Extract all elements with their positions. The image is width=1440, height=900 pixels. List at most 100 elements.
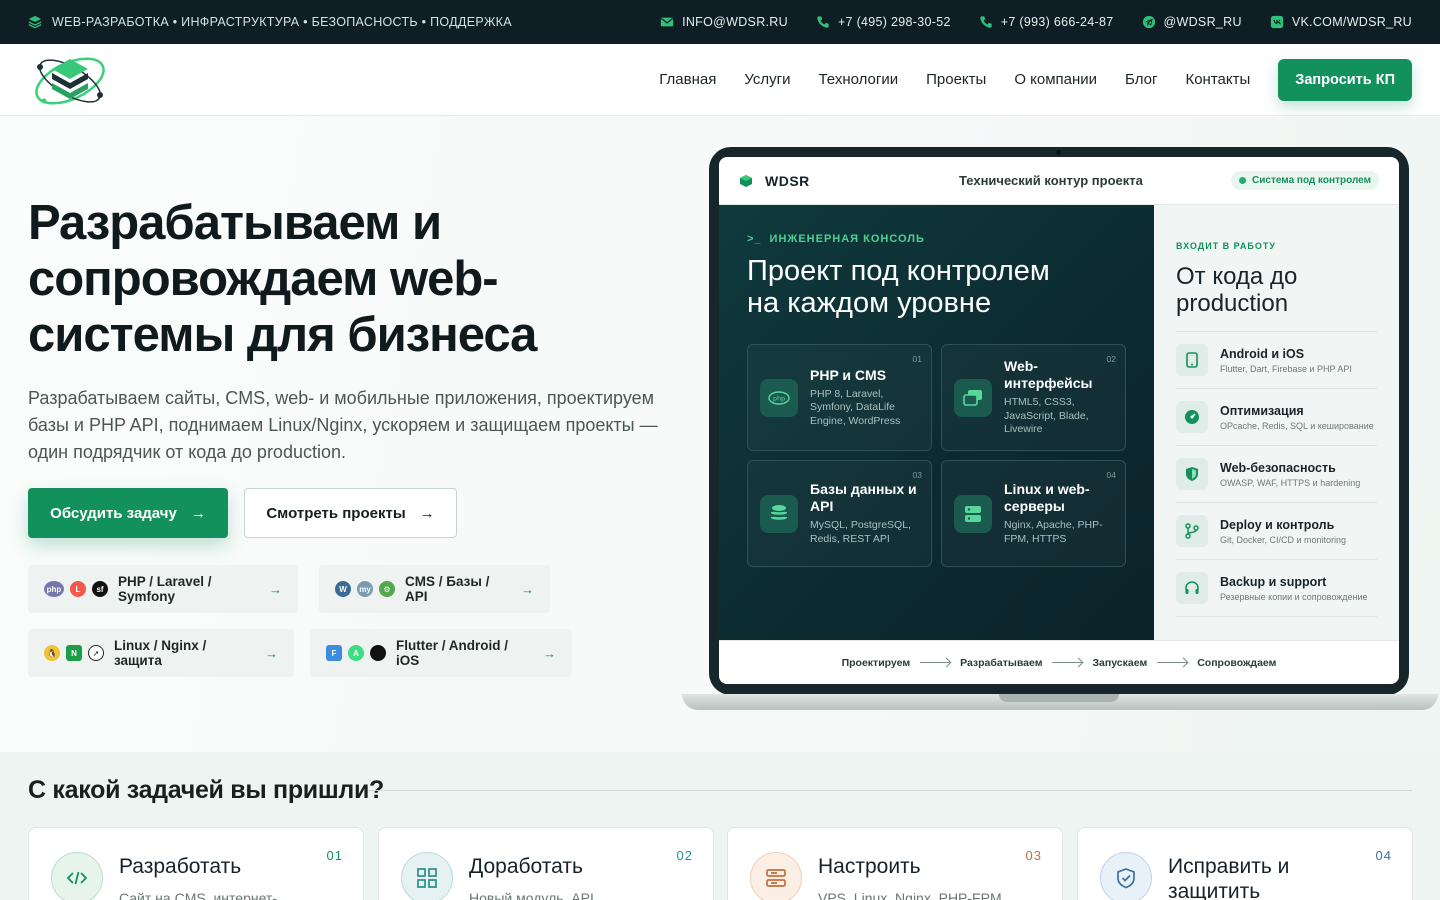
screen-title: Технический контур проекта [959, 173, 1143, 188]
telegram-link[interactable]: @WDSR_RU [1142, 15, 1242, 29]
php-icon: php [760, 378, 798, 417]
console-card[interactable]: 03 Базы данных и API MySQL, PostgreSQL, R… [747, 460, 932, 567]
arrow-icon [1157, 662, 1188, 663]
api-icon: ⚙ [379, 581, 395, 597]
step-develop: Разрабатываем [960, 656, 1043, 669]
puzzle-icon [401, 852, 453, 900]
linux-icon: 🐧 [44, 645, 60, 661]
task-card-develop[interactable]: 01 Разработать Сайт на CMS, интернет- [28, 827, 364, 900]
status-badge: Система под контролем [1231, 171, 1379, 190]
smartphone-icon [1176, 344, 1208, 376]
console-label: >_ ИНЖЕНЕРНАЯ КОНСОЛЬ [747, 233, 925, 245]
gauge-icon [1176, 401, 1208, 433]
apple-icon [370, 645, 386, 661]
server-stack-icon [750, 852, 802, 900]
site-header: Главная Услуги Технологии Проекты О комп… [0, 44, 1440, 116]
phone-icon [817, 16, 829, 28]
step-design: Проектируем [841, 656, 911, 669]
scope-item[interactable]: Web-безопасность OWASP, WAF, HTTPS и hard… [1176, 446, 1377, 503]
git-branch-icon [1176, 515, 1208, 547]
scope-item[interactable]: Deploy и контроль Git, Docker, CI/CD и mo… [1176, 503, 1377, 560]
arrow-right-icon: → [269, 581, 282, 597]
layers-icon [28, 15, 42, 29]
phone-link-1[interactable]: +7 (495) 298-30-52 [816, 15, 951, 29]
flutter-icon: F [326, 645, 342, 661]
cube-icon [740, 174, 752, 187]
engineering-console: >_ ИНЖЕНЕРНАЯ КОНСОЛЬ Проект под контрол… [719, 205, 1154, 640]
vk-icon [1270, 15, 1283, 29]
shield-icon [1176, 458, 1208, 490]
shield-check-icon [1100, 852, 1152, 900]
screen-brand: WDSR [739, 173, 810, 189]
view-projects-button[interactable]: Смотреть проекты → [244, 488, 457, 538]
status-dot [1239, 177, 1247, 184]
scope-item[interactable]: Android и iOS Flutter, Dart, Firebase и P… [1176, 332, 1377, 389]
console-card[interactable]: 04 Linux и web-серверы Nginx, Apache, PHP… [941, 460, 1126, 567]
work-scope-panel: ВХОДИТ В РАБОТУ От кода до production An… [1154, 205, 1399, 640]
discuss-task-button[interactable]: Обсудить задачу → [28, 488, 228, 538]
company-logo[interactable] [28, 45, 112, 115]
console-card[interactable]: 01 php PHP и CMS PHP 8, Laravel, Symfony,… [747, 344, 932, 451]
mysql-icon: my [357, 581, 373, 597]
screen-header: WDSR Технический контур проекта Система … [719, 157, 1399, 205]
tasks-title: С какой задачей вы пришли? [28, 776, 385, 804]
nav-contacts[interactable]: Контакты [1185, 71, 1250, 88]
nav-projects[interactable]: Проекты [926, 71, 986, 88]
php-icon: php [44, 581, 64, 597]
laravel-icon: L [70, 581, 86, 597]
hero-title: Разрабатываем и сопровождаем web-системы… [28, 196, 537, 362]
nav-services[interactable]: Услуги [744, 71, 790, 88]
console-cards: 01 php PHP и CMS PHP 8, Laravel, Symfony,… [747, 344, 1127, 567]
window-icon [954, 378, 992, 417]
arrow-right-icon: → [419, 504, 435, 522]
task-card-configure[interactable]: 03 Настроить VPS, Linux, Nginx, PHP-FPM [727, 827, 1063, 900]
tagline: WEB-РАЗРАБОТКА • ИНФРАСТРУКТУРА • БЕЗОПА… [28, 15, 512, 29]
task-card-fix-protect[interactable]: 04 Исправить и защитить [1077, 827, 1413, 900]
svg-text:php: php [773, 394, 785, 402]
wordpress-icon: W [335, 581, 351, 597]
scope-item[interactable]: Backup и support Резервные копии и сопров… [1176, 560, 1377, 617]
nav-blog[interactable]: Блог [1125, 71, 1157, 88]
database-icon [760, 494, 798, 533]
divider [368, 790, 1412, 791]
arrow-right-icon: → [265, 645, 278, 661]
laptop-notch [999, 694, 1119, 702]
tech-chip-mobile[interactable]: F A Flutter / Android / iOS → [310, 629, 572, 677]
tech-chip-cms[interactable]: W my ⚙ CMS / Базы / API → [319, 565, 550, 613]
request-quote-button[interactable]: Запросить КП [1278, 58, 1412, 101]
mail-icon [660, 17, 674, 27]
scope-list: Android и iOS Flutter, Dart, Firebase и P… [1176, 331, 1377, 617]
step-launch: Запускаем [1092, 656, 1148, 669]
tech-chip-linux[interactable]: 🐧 N ➚ Linux / Nginx / защита → [28, 629, 294, 677]
laptop-screen: WDSR Технический контур проекта Система … [719, 157, 1399, 684]
android-icon: A [348, 645, 364, 661]
headset-icon [1176, 572, 1208, 604]
tech-chip-php[interactable]: php L sf PHP / Laravel / Symfony → [28, 565, 298, 613]
arrow-icon [1052, 662, 1083, 663]
console-card[interactable]: 02 Web-интерфейсы HTML5, CSS3, JavaScript… [941, 344, 1126, 451]
console-title: Проект под контролем на каждом уровне [747, 255, 1050, 319]
tasks-section: С какой задачей вы пришли? 01 Разработат… [0, 752, 1440, 900]
phone-link-2[interactable]: +7 (993) 666-24-87 [979, 15, 1114, 29]
scope-item[interactable]: Оптимизация OPcache, Redis, SQL и кеширов… [1176, 389, 1377, 446]
code-icon [51, 852, 103, 900]
arrow-right-icon: → [190, 504, 206, 522]
task-card-improve[interactable]: 02 Доработать Новый модуль, API [378, 827, 714, 900]
server-icon [954, 494, 992, 533]
hero-subtitle: Разрабатываем сайты, CMS, web- и мобильн… [28, 388, 658, 462]
camera-dot [1056, 150, 1061, 155]
terminal-icon: >_ [747, 233, 762, 245]
nav-about[interactable]: О компании [1014, 71, 1097, 88]
email-link[interactable]: INFO@WDSR.RU [660, 15, 788, 29]
step-support: Сопровождаем [1197, 656, 1277, 669]
arrow-icon [920, 662, 951, 663]
vk-link[interactable]: VK.COM/WDSR_RU [1270, 15, 1412, 29]
nginx-icon: N [66, 645, 82, 661]
top-bar: WEB-РАЗРАБОТКА • ИНФРАСТРУКТУРА • БЕЗОПА… [0, 0, 1440, 44]
arrow-right-icon: → [543, 645, 556, 661]
shield-nav-icon: ➚ [88, 645, 104, 661]
nav-technologies[interactable]: Технологии [818, 71, 898, 88]
symfony-icon: sf [92, 581, 108, 597]
phone-icon [980, 16, 992, 28]
nav-home[interactable]: Главная [659, 71, 716, 88]
